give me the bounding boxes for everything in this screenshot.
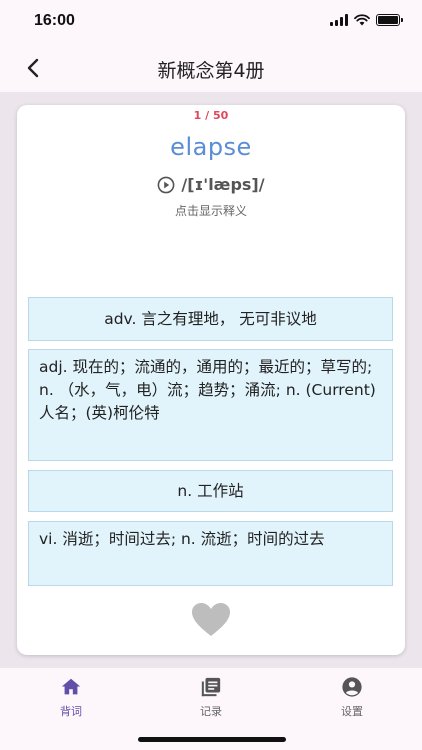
home-indicator <box>138 737 286 742</box>
play-audio-icon[interactable] <box>157 176 175 194</box>
phonetic-text: /[ɪ'læps]/ <box>181 175 265 194</box>
page-title: 新概念第4册 <box>157 60 265 82</box>
tab-settings-label: 设置 <box>341 705 363 718</box>
option-2[interactable]: adj. 现在的；流通的，通用的；最近的；草写的; n. （水，气，电）流；趋势… <box>28 349 393 461</box>
app-header: 新概念第4册 <box>0 44 422 92</box>
status-bar: 16:00 <box>0 0 422 44</box>
tab-study[interactable]: 背词 <box>31 676 111 720</box>
progress-counter: 1 / 50 <box>193 109 229 122</box>
home-icon <box>61 678 81 695</box>
status-icons <box>330 14 403 26</box>
battery-icon <box>376 14 403 26</box>
cellular-signal-icon <box>330 14 348 26</box>
tab-records-label: 记录 <box>200 705 222 718</box>
account-icon <box>342 677 362 697</box>
option-1[interactable]: adv. 言之有理地， 无可非议地 <box>28 297 393 341</box>
option-4[interactable]: vi. 消逝；时间过去; n. 流逝；时间的过去 <box>28 521 393 586</box>
tab-study-label: 背词 <box>60 705 82 718</box>
library-icon <box>201 677 221 697</box>
wifi-icon <box>354 14 370 26</box>
tab-records[interactable]: 记录 <box>171 676 251 720</box>
favorite-heart-icon[interactable] <box>192 603 230 637</box>
option-3[interactable]: n. 工作站 <box>28 470 393 512</box>
word-text: elapse <box>170 133 252 161</box>
tab-settings[interactable]: 设置 <box>312 676 392 720</box>
phonetic-row: /[ɪ'læps]/ <box>17 175 405 194</box>
status-time: 16:00 <box>34 12 75 29</box>
show-definition-hint[interactable]: 点击显示释义 <box>17 202 405 219</box>
word-card: 1 / 50 elapse /[ɪ'læps]/ 点击显示释义 adv. 言之有… <box>17 105 405 655</box>
